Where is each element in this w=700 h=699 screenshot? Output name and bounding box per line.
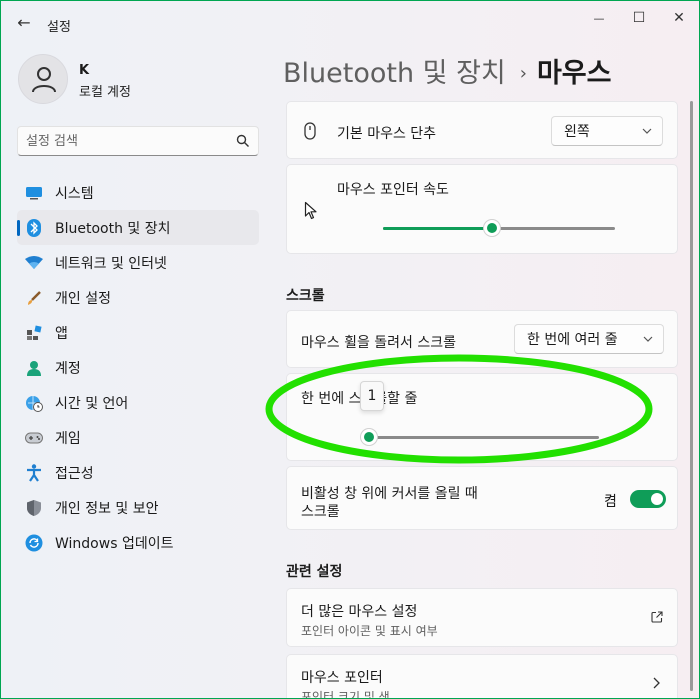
update-icon — [25, 534, 43, 552]
minimize-icon: — — [593, 11, 605, 25]
primary-button-card: 기본 마우스 단추 왼쪽 — [286, 101, 678, 159]
wifi-icon — [25, 254, 43, 272]
sidebar-nav: 시스템 Bluetooth 및 장치 네트워크 및 인터넷 개인 설정 앱 계정… — [17, 175, 259, 560]
sidebar-item-privacy[interactable]: 개인 정보 및 보안 — [17, 490, 259, 525]
apps-icon — [25, 324, 43, 342]
sidebar-item-accounts[interactable]: 계정 — [17, 350, 259, 385]
page-title: 마우스 — [536, 58, 612, 89]
clock-globe-icon — [25, 394, 43, 412]
sidebar-item-apps[interactable]: 앱 — [17, 315, 259, 350]
sidebar-item-label: 시스템 — [55, 185, 94, 202]
dropdown-value: 한 번에 여러 줄 — [527, 332, 618, 348]
account-type: 로컬 계정 — [79, 85, 131, 100]
wheel-scroll-label: 마우스 휠을 돌려서 스크롤 — [301, 335, 457, 351]
brush-icon — [25, 289, 43, 307]
scroll-section-title: 스크롤 — [286, 288, 325, 304]
more-mouse-settings-link[interactable]: 더 많은 마우스 설정 포인터 아이콘 및 표시 여부 — [286, 588, 678, 647]
slider-thumb[interactable] — [487, 223, 497, 233]
mouse-pointer-link[interactable]: 마우스 포인터 포인터 크기 및 색 — [286, 654, 678, 698]
sidebar-item-label: 네트워크 및 인터넷 — [55, 255, 167, 272]
close-icon: ✕ — [673, 10, 685, 26]
sidebar-item-label: 접근성 — [55, 465, 94, 482]
inactive-scroll-card: 비활성 창 위에 커서를 올릴 때 스크롤 켬 — [286, 466, 678, 530]
sidebar-item-windows-update[interactable]: Windows 업데이트 — [17, 525, 259, 560]
slider-value-tooltip: 1 — [360, 381, 384, 411]
sidebar-item-label: 앱 — [55, 325, 68, 342]
wheel-scroll-dropdown[interactable]: 한 번에 여러 줄 — [514, 324, 664, 354]
accessibility-icon — [25, 463, 43, 482]
more-mouse-title: 더 많은 마우스 설정 — [301, 604, 418, 620]
breadcrumb: Bluetooth 및 장치 › 마우스 — [283, 51, 612, 90]
back-arrow-icon: ← — [17, 12, 31, 32]
sidebar-item-bluetooth[interactable]: Bluetooth 및 장치 — [17, 210, 259, 245]
sidebar-item-label: Windows 업데이트 — [55, 535, 174, 552]
sidebar-item-label: Bluetooth 및 장치 — [55, 220, 171, 237]
wheel-scroll-card: 마우스 휠을 돌려서 스크롤 한 번에 여러 줄 — [286, 310, 678, 368]
system-icon — [25, 184, 43, 202]
lines-to-scroll-card: 한 번에 스크롤할 줄 — [286, 373, 678, 461]
avatar[interactable] — [18, 54, 68, 104]
account-icon — [25, 359, 43, 377]
chevron-down-icon — [642, 128, 652, 134]
search-input[interactable] — [26, 131, 226, 151]
back-button[interactable]: ← — [13, 11, 35, 33]
primary-button-label: 기본 마우스 단추 — [337, 126, 437, 142]
sidebar-item-system[interactable]: 시스템 — [17, 175, 259, 210]
pointer-speed-label: 마우스 포인터 속도 — [337, 182, 449, 198]
breadcrumb-separator: › — [519, 63, 527, 84]
lines-to-scroll-slider[interactable] — [364, 431, 599, 443]
sidebar-item-gaming[interactable]: 게임 — [17, 420, 259, 455]
search-box[interactable] — [17, 126, 259, 156]
inactive-scroll-toggle[interactable] — [630, 490, 666, 508]
sidebar-item-label: 개인 정보 및 보안 — [55, 500, 159, 517]
title-bar: ← 설정 — ☐ ✕ — [1, 1, 699, 45]
sidebar-item-accessibility[interactable]: 접근성 — [17, 455, 259, 490]
slider-thumb[interactable] — [364, 432, 374, 442]
user-name: K — [79, 63, 90, 78]
maximize-icon: ☐ — [632, 10, 646, 26]
sidebar-item-label: 시간 및 언어 — [55, 395, 129, 412]
app-title: 설정 — [47, 20, 71, 35]
gamepad-icon — [25, 429, 43, 447]
sidebar-item-label: 계정 — [55, 360, 81, 377]
content-scrollbar[interactable] — [690, 101, 693, 691]
primary-button-dropdown[interactable]: 왼쪽 — [551, 116, 663, 146]
pointer-cursor-icon — [304, 201, 317, 220]
toggle-state-label: 켬 — [604, 494, 617, 510]
search-icon — [236, 134, 249, 147]
open-external-icon — [651, 611, 663, 623]
user-icon — [32, 67, 56, 93]
mouse-icon — [304, 122, 316, 140]
chevron-right-icon — [653, 677, 660, 689]
sidebar-item-personalization[interactable]: 개인 설정 — [17, 280, 259, 315]
slider-track — [369, 436, 599, 439]
shield-icon — [25, 499, 43, 517]
mouse-pointer-title: 마우스 포인터 — [301, 670, 383, 686]
breadcrumb-parent[interactable]: Bluetooth 및 장치 — [283, 58, 506, 89]
dropdown-value: 왼쪽 — [564, 124, 590, 140]
sidebar-item-time-language[interactable]: 시간 및 언어 — [17, 385, 259, 420]
more-mouse-subtitle: 포인터 아이콘 및 표시 여부 — [301, 624, 438, 638]
sidebar-item-label: 개인 설정 — [55, 290, 111, 307]
sidebar-item-label: 게임 — [55, 430, 81, 447]
sidebar-item-network[interactable]: 네트워크 및 인터넷 — [17, 245, 259, 280]
bluetooth-icon — [25, 218, 43, 237]
slider-fill — [383, 227, 492, 230]
pointer-speed-card: 마우스 포인터 속도 — [286, 164, 678, 254]
pointer-speed-slider[interactable] — [383, 222, 615, 234]
maximize-button[interactable]: ☐ — [619, 7, 659, 29]
close-button[interactable]: ✕ — [659, 7, 699, 29]
minimize-button[interactable]: — — [579, 7, 619, 29]
related-section-title: 관련 설정 — [286, 564, 343, 580]
inactive-scroll-label-line2: 스크롤 — [301, 504, 340, 520]
inactive-scroll-label-line1: 비활성 창 위에 커서를 올릴 때 — [301, 486, 478, 502]
chevron-down-icon — [643, 336, 653, 342]
mouse-pointer-subtitle: 포인터 크기 및 색 — [301, 690, 390, 698]
settings-window: ← 설정 — ☐ ✕ K 로컬 계정 시스템 — [1, 1, 699, 698]
